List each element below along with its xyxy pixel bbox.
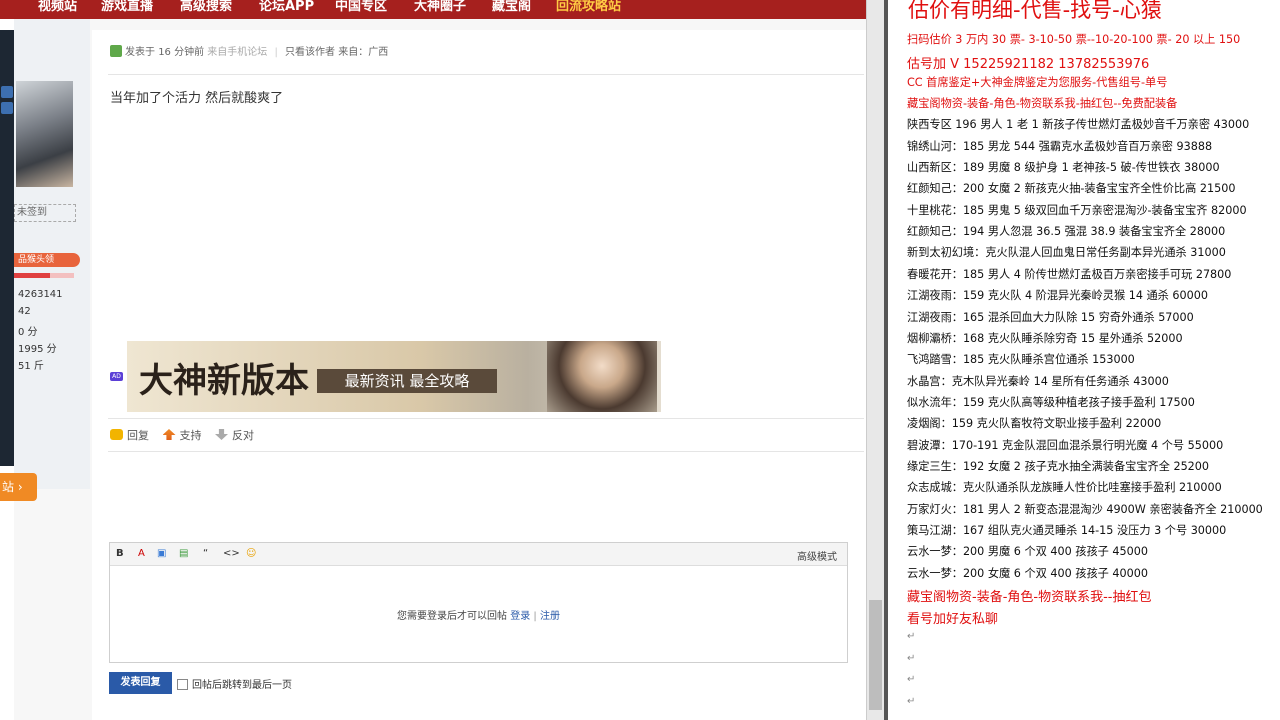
document-line: 云水一梦：200 女魔 6 个双 400 孩孩子 40000: [907, 567, 1149, 580]
divider: [108, 451, 864, 452]
nav-item-circle[interactable]: 大神圈子: [414, 0, 466, 14]
document-line: 水晶宫：克木队异光秦岭 14 星所有任务通杀 43000: [907, 375, 1169, 388]
document-title: 估价有明细-代售-找号-心猿: [908, 0, 1162, 22]
nav-item-guide[interactable]: 回流攻略站: [556, 0, 621, 14]
stat-value: 0 分: [18, 327, 38, 338]
document-line: 碧波潭：170-191 克金队混回血混杀景行明光魔 4 个号 55000: [907, 439, 1224, 452]
banner-character-image: [547, 341, 657, 412]
document-line: CC 首席鉴定+大神金牌鉴定为您服务-代售组号-单号: [907, 76, 1168, 89]
bold-icon[interactable]: B: [116, 548, 124, 559]
image-icon[interactable]: ▣: [157, 548, 166, 559]
jump-checkbox[interactable]: [177, 679, 188, 690]
scrollbar-thumb[interactable]: [869, 600, 882, 710]
nav-item-video[interactable]: 视频站: [38, 0, 77, 14]
document-line: 锦绣山河：185 男龙 544 强霸克水孟极妙音百万亲密 93888: [907, 140, 1213, 153]
stat-value: 1995 分: [18, 344, 57, 355]
nav-item-treasure[interactable]: 藏宝阁: [492, 0, 531, 14]
quote-icon[interactable]: “: [203, 548, 208, 559]
paragraph-mark-icon: ↵: [907, 631, 916, 642]
post-source[interactable]: 来自手机论坛: [207, 47, 267, 58]
document-line: 山西新区：189 男魔 8 级护身 1 老神孩-5 破-传世铁衣 38000: [907, 161, 1220, 174]
register-link[interactable]: 注册: [540, 611, 560, 622]
document-line: 烟柳灞桥：168 克火队睡杀除穷奇 15 星外通杀 52000: [907, 332, 1183, 345]
oppose-button[interactable]: 反对: [215, 429, 254, 442]
document-line: 红颜知己：200 女魔 2 新孩克火抽-装备宝宝齐全性价比高 21500: [907, 182, 1236, 195]
top-nav: 视频站 游戏直播 高级搜索 论坛APP 中国专区 大神圈子 藏宝阁 回流攻略站: [0, 0, 866, 19]
post-time: 16 分钟前: [158, 47, 205, 58]
paragraph-mark-icon: ↵: [907, 674, 916, 685]
jump-label: 回帖后跳转到最后一页: [192, 680, 292, 691]
reply-icon: [110, 429, 123, 440]
document-line: 万家灯火：181 男人 2 新变态混混淘沙 4900W 亲密装备齐全 21000…: [907, 503, 1263, 516]
document-line: 凌烟阁：159 克火队畜牧符文职业接手盈利 22000: [907, 417, 1162, 430]
document-line: 扫码估价 3 万内 30 票- 3-10-50 票--10-20-100 票- …: [907, 33, 1241, 46]
browser-scrollbar[interactable]: [866, 0, 884, 720]
document-line: 看号加好友私聊: [907, 612, 999, 627]
document-line: 藏宝阁物资-装备-角色-物资联系我-抽红包--免费配装备: [907, 97, 1178, 110]
document-line: 似水流年：159 克火队高等级种植老孩子接手盈利 17500: [907, 396, 1195, 409]
font-color-icon[interactable]: A: [138, 548, 145, 559]
document-line: 策马江湖：167 组队克火通灵睡杀 14-15 没压力 3 个号 30000: [907, 524, 1227, 537]
medal-progress: [14, 273, 74, 278]
post-body: 当年加了个活力 然后就酸爽了: [110, 91, 284, 106]
nav-item-live[interactable]: 游戏直播: [101, 0, 153, 14]
editor-toolbar: B A ▣ ▤ “ <> ☺ 高级模式: [110, 543, 847, 566]
stat-value: 42: [18, 306, 31, 317]
banner-subtitle: 最新资讯 最全攻略: [317, 369, 497, 393]
banner-title: 大神新版本: [139, 361, 309, 401]
document-line: 藏宝阁物资-装备-角色-物资联系我--抽红包: [907, 590, 1152, 605]
nav-item-china[interactable]: 中国专区: [335, 0, 387, 14]
document-line: 新到太初幻境：克火队混人回血鬼日常任务副本异光通杀 31000: [907, 246, 1226, 259]
nav-item-app[interactable]: 论坛APP: [259, 0, 314, 14]
strip-button-icon[interactable]: [1, 86, 13, 98]
code-icon[interactable]: <>: [223, 548, 240, 559]
side-tab-button[interactable]: 站 ›: [0, 473, 37, 501]
ad-tag: AD: [110, 372, 123, 381]
left-app-strip: [0, 30, 14, 466]
strip-button-icon[interactable]: [1, 102, 13, 114]
support-button[interactable]: 支持: [162, 429, 202, 442]
jump-option[interactable]: 回帖后跳转到最后一页: [177, 676, 292, 691]
stat-value: 51 斤: [18, 361, 44, 372]
paragraph-mark-icon: ↵: [907, 653, 916, 664]
divider: [108, 418, 864, 419]
document-line: 云水一梦：200 男魔 6 个双 400 孩孩子 45000: [907, 545, 1149, 558]
thumb-up-icon: [162, 429, 176, 440]
divider: [108, 74, 864, 75]
document-line: 江湖夜雨：165 混杀回血大力队除 15 穷奇外通杀 57000: [907, 311, 1194, 324]
document-line: 估号加 V 15225921182 13782553976: [907, 57, 1150, 72]
document-line: 红颜知己：194 男人忽混 36.5 强混 38.9 装备宝宝齐全 28000: [907, 225, 1226, 238]
advanced-mode-link[interactable]: 高级模式: [797, 548, 837, 563]
document-line: 缘定三生：192 女魔 2 孩子克水抽全满装备宝宝齐全 25200: [907, 460, 1210, 473]
sign-status: 未签到: [14, 204, 76, 222]
avatar[interactable]: [16, 81, 73, 187]
thumb-down-icon: [215, 429, 228, 440]
emoji-icon[interactable]: ☺: [246, 548, 256, 559]
login-link[interactable]: 登录: [510, 611, 530, 622]
submit-reply-button[interactable]: 发表回复: [109, 672, 172, 694]
ad-banner[interactable]: 大神新版本 最新资讯 最全攻略: [127, 341, 661, 412]
nav-item-search[interactable]: 高级搜索: [180, 0, 232, 14]
paragraph-mark-icon: ↵: [907, 696, 916, 707]
post-actions: 回复 支持 反对: [110, 427, 264, 443]
post-location: 来自：广西: [338, 47, 389, 58]
medal-badge: 品猴头领: [14, 253, 80, 267]
reply-editor[interactable]: B A ▣ ▤ “ <> ☺ 高级模式 您需要登录后才可以回帖 登录 | 注册: [109, 542, 848, 663]
document-panel: 估价有明细-代售-找号-心猿 扫码估价 3 万内 30 票- 3-10-50 票…: [888, 0, 1280, 720]
only-author-link[interactable]: 只看该作者: [285, 47, 335, 58]
reply-button[interactable]: 回复: [110, 429, 149, 442]
stat-value: 4263141: [18, 289, 63, 300]
link-icon[interactable]: ▤: [179, 548, 188, 559]
document-line: 十里桃花：185 男鬼 5 级双回血千万亲密混淘沙-装备宝宝齐 82000: [907, 204, 1247, 217]
user-icon: [110, 45, 122, 57]
login-prompt: 您需要登录后才可以回帖 登录 | 注册: [397, 611, 560, 622]
post-meta: 发表于 16 分钟前 来自手机论坛 | 只看该作者 来自：广西: [110, 43, 388, 58]
document-line: 陕西专区 196 男人 1 老 1 新孩子传世燃灯孟极妙音千万亲密 43000: [907, 118, 1250, 131]
document-line: 春暖花开：185 男人 4 阶传世燃灯孟极百万亲密接手可玩 27800: [907, 268, 1232, 281]
document-line: 飞鸿踏雪：185 克火队睡杀宫位通杀 153000: [907, 353, 1135, 366]
document-line: 众志成城：克火队通杀队龙族睡人性价比哇塞接手盈利 210000: [907, 481, 1222, 494]
document-line: 江湖夜雨：159 克火队 4 阶混异光秦岭灵猴 14 通杀 60000: [907, 289, 1209, 302]
